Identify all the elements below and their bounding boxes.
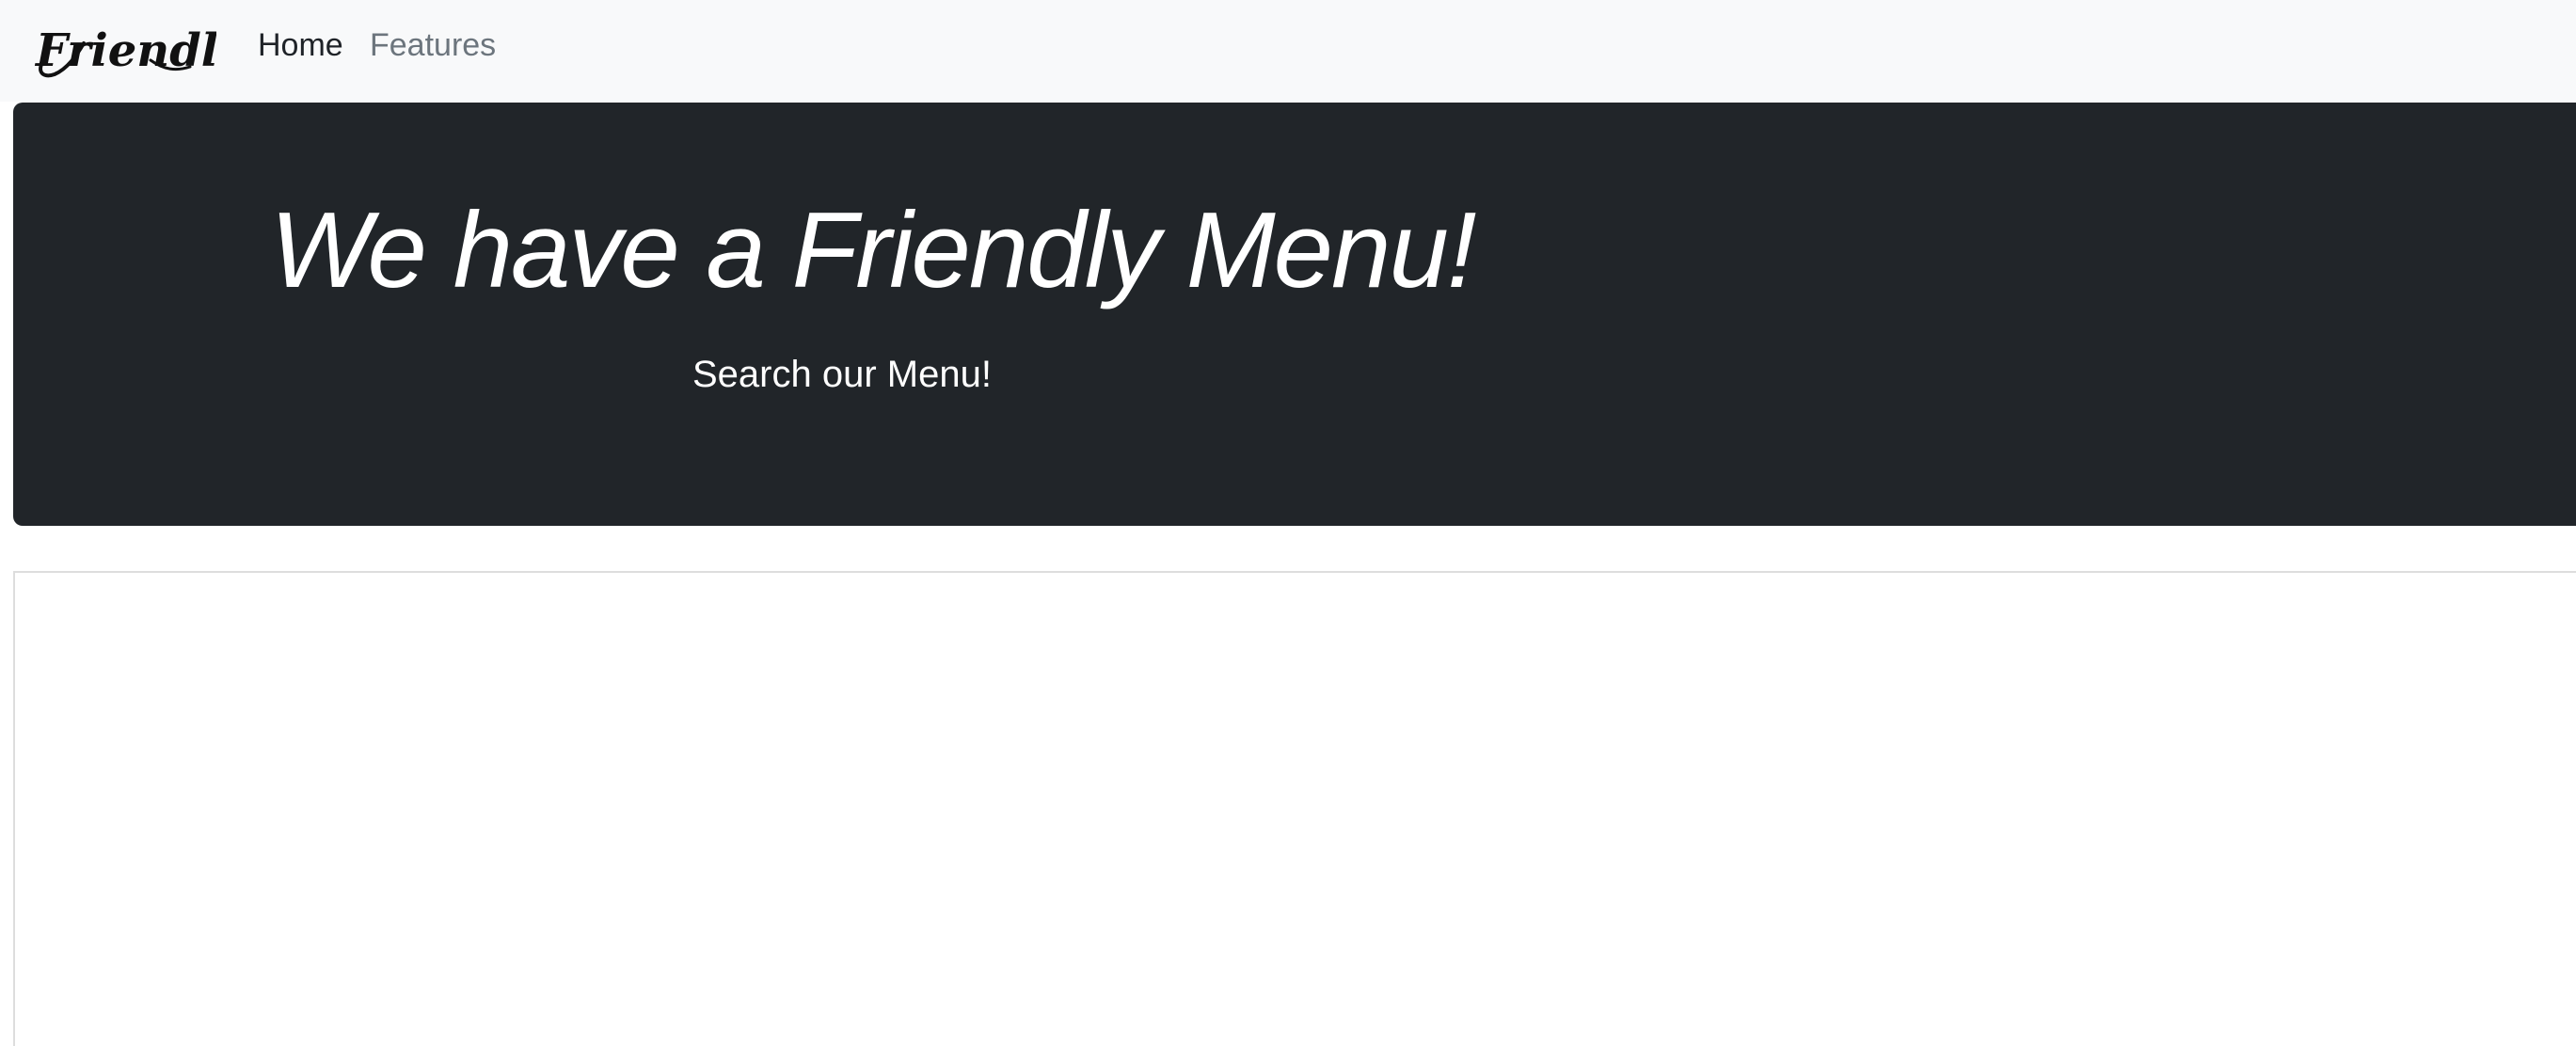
nav-features[interactable]: Features	[370, 25, 496, 65]
brand-logo-link[interactable]: Friendly's	[32, 15, 216, 83]
nav-home[interactable]: Home	[258, 25, 343, 65]
friendlys-logo: Friendly's	[34, 24, 216, 78]
hero-title: We have a Friendly Menu!	[270, 191, 1477, 310]
top-navbar: Friendly's Home Features	[0, 0, 2576, 102]
page: Friendly's Home Features We have a Frien…	[0, 0, 2576, 1046]
menu-results-panel	[13, 571, 2576, 1046]
hero-banner: We have a Friendly Menu! Search our Menu…	[13, 103, 2576, 526]
hero-subtitle: Search our Menu!	[692, 354, 992, 395]
